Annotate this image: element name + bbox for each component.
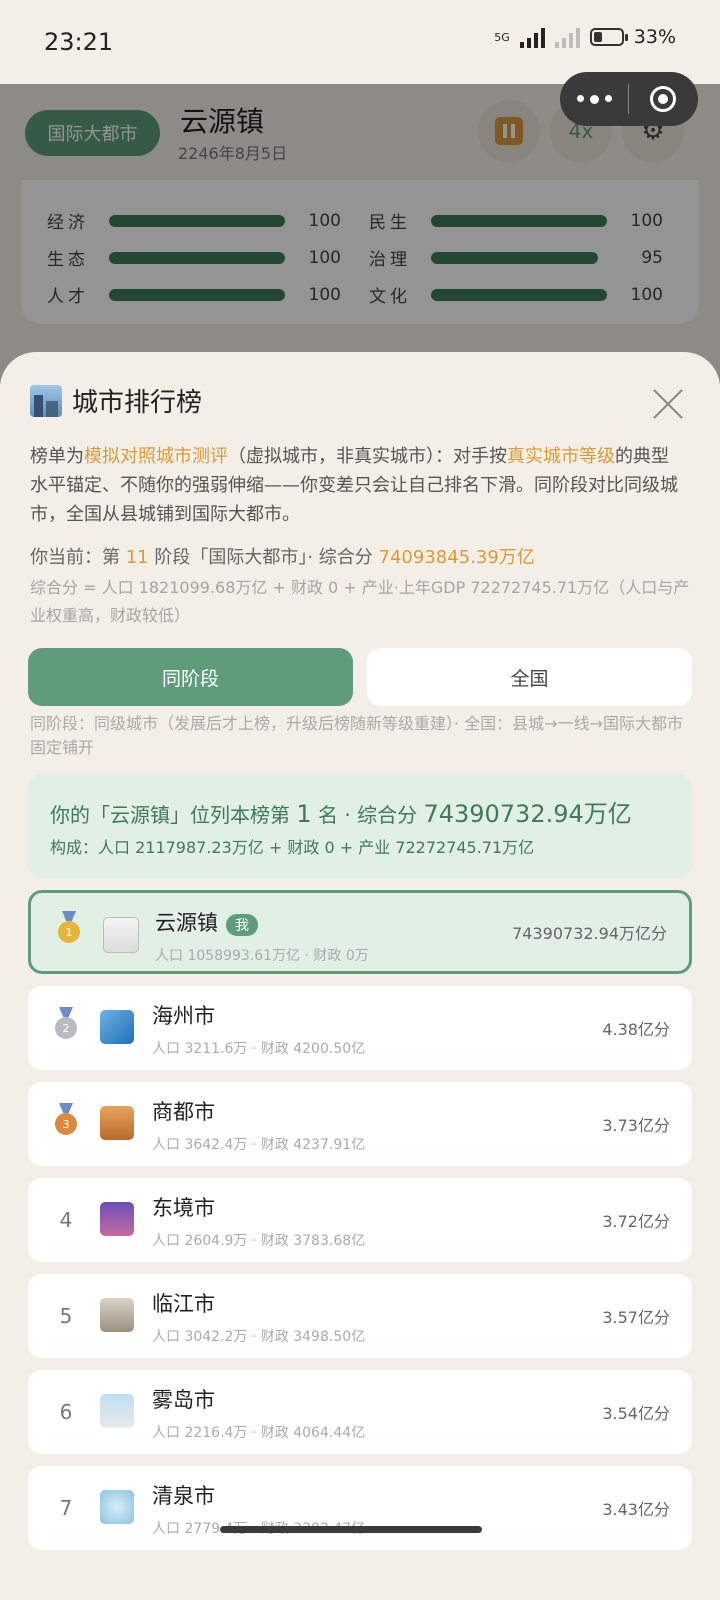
my-rank-number: 1: [296, 800, 312, 828]
rank-number: 7: [59, 1496, 73, 1520]
city-score: 3.43亿分: [602, 1500, 670, 1519]
my-score: 74390732.94万亿: [423, 800, 632, 828]
rank-cell: 2: [50, 986, 82, 1070]
office-building-icon: [100, 1106, 134, 1140]
ranking-sheet: 城市排行榜 榜单为模拟对照城市测评（虚拟城市，非真实城市）：对手按真实城市等级的…: [0, 352, 720, 1600]
fountain-icon: [100, 1490, 134, 1524]
signal-no-service-icon: [554, 26, 580, 48]
status-icons: 5G 33%: [494, 26, 676, 48]
foggy-bridge-icon: [100, 1394, 134, 1428]
ranking-row[interactable]: 4 东境市人口 2604.9万 · 财政 3783.68亿 3.72亿分: [28, 1178, 692, 1262]
desc-highlight: 真实城市等级: [507, 446, 615, 467]
silver-medal-icon: 2: [55, 1017, 77, 1039]
city-score: 4.38亿分: [602, 1020, 670, 1039]
city-name: 临江市: [152, 1292, 215, 1316]
tab-national[interactable]: 全国: [367, 648, 692, 706]
city-stats: 人口 3211.6万 · 财政 4200.50亿: [152, 1041, 366, 1057]
close-button[interactable]: [652, 388, 684, 420]
city-score: 3.54亿分: [602, 1404, 670, 1423]
bronze-medal-icon: 3: [55, 1113, 77, 1135]
rank-cell: 1: [53, 893, 85, 971]
network-type: 5G: [494, 30, 510, 44]
city-name: 海州市: [152, 1004, 215, 1028]
battery-percent: 33%: [633, 26, 676, 48]
city-name: 雾岛市: [152, 1388, 215, 1412]
sheet-title-text: 城市排行榜: [72, 388, 203, 418]
tab-note: 同阶段：同级城市（发展后才上榜，升级后榜随新等级重建）· 全国：县城→一线→国际…: [30, 714, 683, 757]
current-score: 74093845.39万亿: [378, 547, 535, 568]
home-indicator[interactable]: [220, 1526, 482, 1533]
city-name: 清泉市: [152, 1484, 215, 1508]
current-text: 你当前：第: [30, 547, 126, 568]
city-stats: 人口 2604.9万 · 财政 3783.68亿: [152, 1233, 366, 1249]
ranking-tabs: 同阶段 全国: [28, 648, 692, 706]
my-rank-summary: 你的「云源镇」位列本榜第 1 名 · 综合分 74390732.94万亿 构成：…: [28, 774, 692, 878]
ranking-row[interactable]: 5 临江市人口 3042.2万 · 财政 3498.50亿 3.57亿分: [28, 1274, 692, 1358]
current-stage: 你当前：第 11 阶段「国际大都市」· 综合分 74093845.39万亿: [30, 544, 690, 572]
desc-text: 榜单为: [30, 446, 84, 467]
ranking-description: 榜单为模拟对照城市测评（虚拟城市，非真实城市）：对手按真实城市等级的典型水平锚定…: [30, 442, 680, 529]
ranking-row[interactable]: 3 商都市人口 3642.4万 · 财政 4237.91亿 3.73亿分: [28, 1082, 692, 1166]
status-time: 23:21: [44, 28, 114, 56]
score-formula: 综合分 = 人口 1821099.68万亿 + 财政 0 + 产业·上年GDP …: [30, 578, 690, 625]
cityscape-icon: [30, 384, 62, 417]
rank-cell: 4: [50, 1178, 82, 1262]
desc-text: （虚拟城市，非真实城市）：对手按: [228, 446, 507, 467]
rank-cell: 5: [50, 1274, 82, 1358]
city-name: 东境市: [152, 1196, 215, 1220]
city-name: 云源镇我: [155, 907, 258, 937]
ranking-row[interactable]: 6 雾岛市人口 2216.4万 · 财政 4064.44亿 3.54亿分: [28, 1370, 692, 1454]
current-text: 阶段「国际大都市」· 综合分: [148, 547, 379, 568]
my-score-breakdown: 构成：人口 2117987.23万亿 + 财政 0 + 产业 72272745.…: [50, 838, 535, 857]
close-miniprogram-icon[interactable]: [629, 86, 697, 112]
white-flag-icon: [103, 917, 139, 953]
gold-medal-icon: 1: [58, 921, 80, 943]
city-score: 3.57亿分: [602, 1308, 670, 1327]
ranking-row[interactable]: 7清泉市人口 2779.4万 · 财政 3282.47亿3.43亿分: [28, 1466, 692, 1550]
city-score: 74390732.94万亿分: [512, 924, 667, 943]
ranking-list: 1 云源镇我人口 1058993.61万亿 · 财政 0万 74390732.94万…: [28, 890, 692, 1562]
more-menu-icon[interactable]: [560, 94, 628, 104]
wave-icon: [100, 1010, 134, 1044]
city-stats: 人口 3042.2万 · 财政 3498.50亿: [152, 1329, 366, 1345]
current-stage-number: 11: [125, 547, 149, 568]
city-name: 商都市: [152, 1100, 215, 1124]
night-city-icon: [100, 1202, 134, 1236]
city-stats: 人口 1058993.61万亿 · 财政 0万: [155, 948, 369, 964]
rank-number: 4: [59, 1208, 73, 1232]
desc-highlight: 模拟对照城市测评: [84, 446, 228, 467]
ranking-row[interactable]: 1 云源镇我人口 1058993.61万亿 · 财政 0万 74390732.94万…: [28, 890, 692, 974]
rank-number: 6: [59, 1400, 73, 1424]
me-badge: 我: [226, 913, 258, 936]
city-stats: 人口 2216.4万 · 财政 4064.44亿: [152, 1425, 366, 1441]
battery-icon: [589, 28, 628, 46]
signal-icon: [519, 26, 545, 48]
modal-backdrop[interactable]: [0, 84, 720, 384]
rank-cell: 3: [50, 1082, 82, 1166]
rank-cell: 7: [50, 1466, 82, 1550]
tab-same-stage[interactable]: 同阶段: [28, 648, 353, 706]
sheet-title: 城市排行榜: [30, 382, 202, 419]
city-score: 3.72亿分: [602, 1212, 670, 1231]
ranking-row[interactable]: 2 海州市人口 3211.6万 · 财政 4200.50亿 4.38亿分: [28, 986, 692, 1070]
rank-cell: 6: [50, 1370, 82, 1454]
city-score: 3.73亿分: [602, 1116, 670, 1135]
my-rank-line: 你的「云源镇」位列本榜第 1 名 · 综合分 74390732.94万亿: [50, 800, 632, 828]
miniprogram-capsule: [560, 72, 698, 126]
rank-number: 5: [59, 1304, 73, 1328]
city-stats: 人口 3642.4万 · 财政 4237.91亿: [152, 1137, 366, 1153]
castle-icon: [100, 1298, 134, 1332]
